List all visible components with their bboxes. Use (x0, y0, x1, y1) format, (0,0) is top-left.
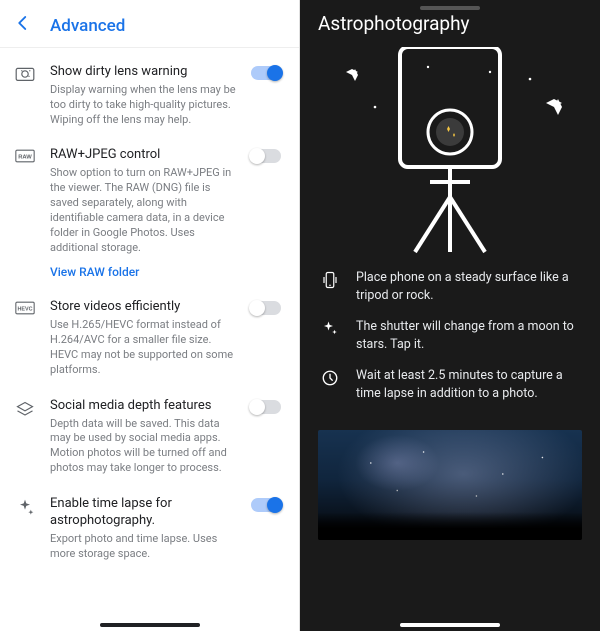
toggle-depth[interactable] (251, 400, 281, 414)
astro-help-screen: Astrophotography (300, 0, 600, 631)
setting-astro-timelapse[interactable]: Enable time lapse for astrophotography. … (0, 486, 299, 571)
sparkle-icon (318, 320, 342, 353)
settings-screen: Advanced Show dirty lens warning Display… (0, 0, 300, 631)
svg-text:RAW: RAW (18, 155, 32, 161)
astro-preview-image (318, 430, 582, 540)
setting-description: Use H.265/HEVC format instead of H.264/A… (50, 318, 241, 377)
setting-description: Depth data will be saved. This data may … (50, 417, 241, 476)
setting-depth[interactable]: Social media depth features Depth data w… (0, 388, 299, 486)
back-icon[interactable] (14, 14, 32, 37)
header: Advanced (0, 6, 299, 48)
setting-hevc[interactable]: HEVC Store videos efficiently Use H.265/… (0, 289, 299, 387)
timer-icon (318, 369, 342, 402)
page-title: Advanced (50, 16, 125, 36)
setting-title: Show dirty lens warning (50, 64, 241, 81)
nav-bar[interactable] (100, 623, 200, 627)
tip-text: Place phone on a steady surface like a t… (342, 269, 582, 304)
tips-list: Place phone on a steady surface like a t… (300, 257, 600, 426)
phone-icon (318, 271, 342, 304)
tip-row: The shutter will change from a moon to s… (318, 318, 582, 353)
setting-description: Export photo and time lapse. Uses more s… (50, 532, 241, 562)
setting-description: Show option to turn on RAW+JPEG in the v… (50, 166, 241, 255)
raw-icon: RAW (14, 149, 36, 163)
setting-description: Display warning when the lens may be too… (50, 83, 241, 128)
tripod-illustration (320, 47, 580, 257)
setting-title: RAW+JPEG control (50, 147, 241, 164)
settings-list: Show dirty lens warning Display warning … (0, 48, 299, 571)
setting-title: Store videos efficiently (50, 299, 241, 316)
dirty-lens-icon (14, 66, 36, 82)
view-raw-folder-link[interactable]: View RAW folder (50, 265, 241, 279)
page-title: Astrophotography (300, 12, 600, 47)
tip-text: Wait at least 2.5 minutes to capture a t… (342, 367, 582, 402)
tip-text: The shutter will change from a moon to s… (342, 318, 582, 353)
svg-text:HEVC: HEVC (17, 307, 32, 313)
tip-row: Place phone on a steady surface like a t… (318, 269, 582, 304)
tip-row: Wait at least 2.5 minutes to capture a t… (318, 367, 582, 402)
status-bar (300, 0, 600, 12)
toggle-raw-jpeg[interactable] (251, 149, 281, 163)
setting-dirty-lens[interactable]: Show dirty lens warning Display warning … (0, 54, 299, 137)
toggle-hevc[interactable] (251, 301, 281, 315)
setting-raw-jpeg[interactable]: RAW RAW+JPEG control Show option to turn… (0, 137, 299, 289)
nav-bar[interactable] (400, 623, 500, 627)
setting-title: Social media depth features (50, 398, 241, 415)
toggle-astro-timelapse[interactable] (251, 498, 281, 512)
depth-icon (14, 400, 36, 420)
sparkle-icon (14, 498, 36, 518)
setting-title: Enable time lapse for astrophotography. (50, 496, 241, 530)
hevc-icon: HEVC (14, 301, 36, 315)
toggle-dirty-lens[interactable] (251, 66, 281, 80)
